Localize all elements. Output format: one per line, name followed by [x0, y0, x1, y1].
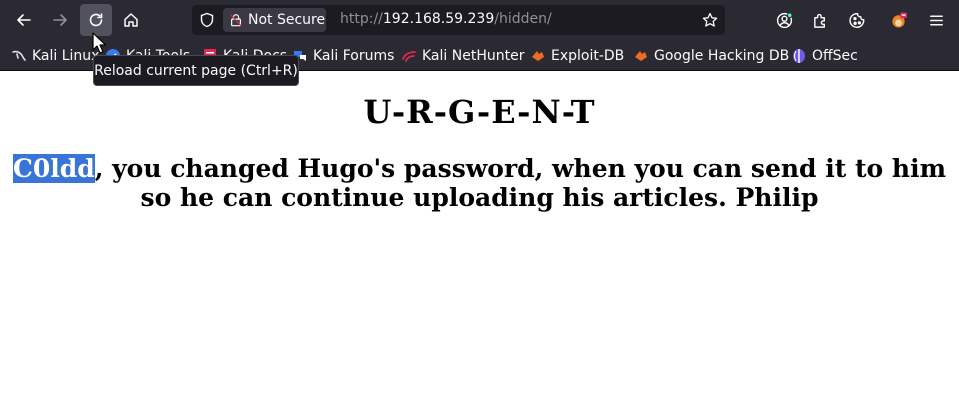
profile-extension-button[interactable] — [882, 4, 914, 36]
selected-password-text[interactable]: C0ldd — [12, 154, 95, 183]
nethunter-icon — [402, 51, 416, 62]
bookmark-offsec[interactable]: OffSec — [791, 46, 858, 66]
page-content: U-R-G-E-N-T C0ldd, you changed Hugo's pa… — [0, 72, 959, 417]
bookmark-kali-nethunter[interactable]: Kali NetHunter — [401, 46, 524, 66]
reload-icon — [89, 13, 103, 27]
menu-button[interactable] — [920, 4, 952, 36]
site-security-button[interactable]: Not Secure — [223, 8, 326, 32]
offsec-icon — [793, 49, 805, 63]
account-icon — [776, 12, 792, 28]
message-paragraph: C0ldd, you changed Hugo's password, when… — [6, 154, 953, 212]
url-text[interactable]: http://192.168.59.239/hidden/ — [340, 11, 552, 27]
bookmark-kali-forums[interactable]: Kali Forums — [292, 46, 394, 66]
bookmark-google-hacking-db[interactable]: Google Hacking DB — [633, 46, 789, 66]
home-icon — [124, 13, 138, 27]
reload-tooltip: Reload current page (Ctrl+R) — [93, 55, 299, 86]
kali-dragon-icon — [12, 50, 26, 61]
address-bar[interactable]: Not Secure http://192.168.59.239/hidden/ — [192, 5, 725, 35]
security-label: Not Secure — [248, 12, 326, 28]
bookmark-kali-linux[interactable]: Kali Linux — [11, 46, 99, 66]
url-scheme: http:// — [340, 11, 383, 27]
shield-icon[interactable] — [199, 12, 215, 28]
bookmark-exploit-db[interactable]: Exploit-DB — [530, 46, 624, 66]
extensions-button[interactable] — [804, 4, 836, 36]
account-button[interactable] — [768, 4, 800, 36]
browser-toolbar: Not Secure http://192.168.59.239/hidden/ — [0, 0, 959, 40]
page-heading: U-R-G-E-N-T — [363, 93, 596, 131]
home-button[interactable] — [115, 4, 147, 36]
fox-avatar-icon — [891, 11, 907, 28]
arrow-right-icon — [53, 14, 67, 26]
url-path: /hidden/ — [494, 11, 552, 27]
back-button[interactable] — [8, 4, 40, 36]
bookmark-star-icon[interactable] — [702, 12, 718, 28]
arrow-left-icon — [17, 14, 31, 26]
forward-button[interactable] — [44, 4, 76, 36]
ghdb-icon — [635, 51, 647, 61]
insecure-lock-icon — [230, 14, 242, 27]
cookie-extension-button[interactable] — [841, 4, 873, 36]
mouse-pointer-icon — [92, 32, 106, 54]
exploit-db-icon — [532, 51, 544, 61]
message-text: , you changed Hugo's password, when you … — [94, 154, 947, 212]
cookie-icon — [848, 12, 864, 28]
url-host: 192.168.59.239 — [382, 11, 495, 27]
puzzle-icon — [813, 13, 825, 28]
hamburger-menu-icon — [929, 14, 943, 26]
